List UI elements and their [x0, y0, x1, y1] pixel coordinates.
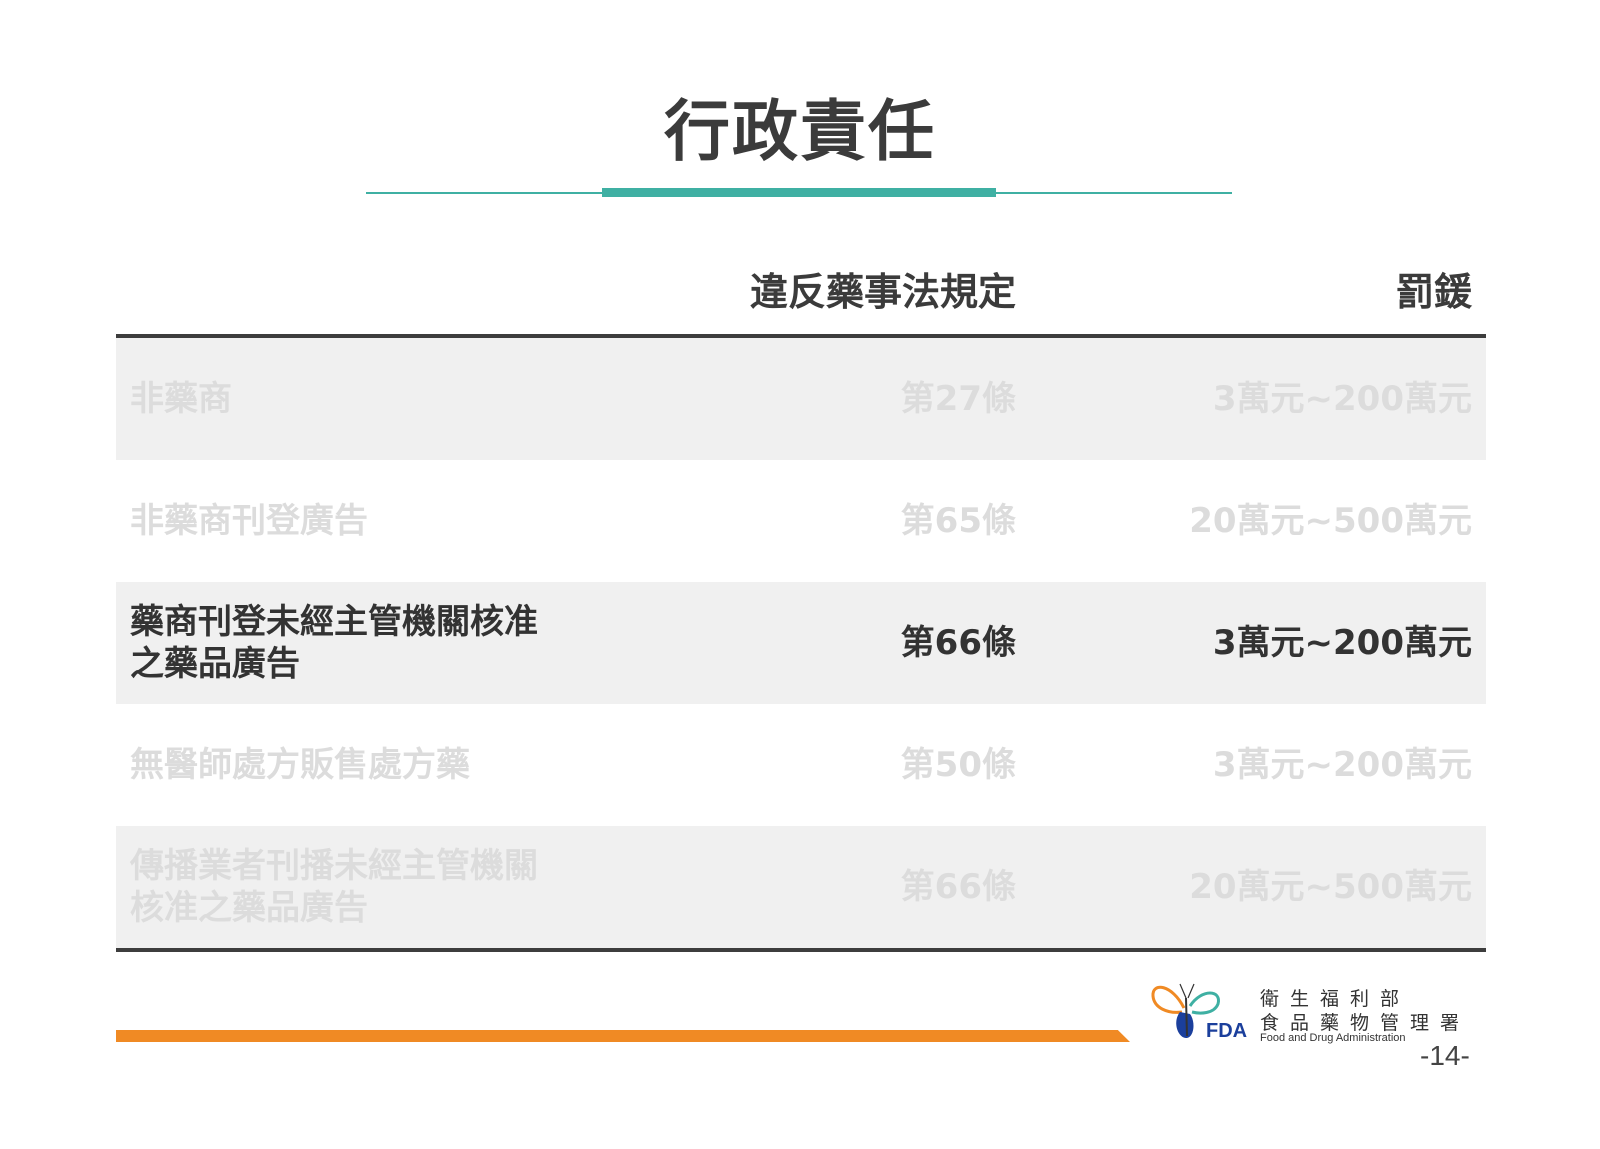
footer-orange-bar — [116, 1030, 1130, 1042]
title-underline-thick — [602, 188, 996, 197]
table-row: 無醫師處方販售處方藥 第50條 3萬元~200萬元 — [116, 704, 1486, 826]
regulation-table: 違反藥事法規定 罰鍰 非藥商 第27條 3萬元~200萬元 非藥商刊登廣告 第6… — [116, 258, 1486, 952]
row-fine: 3萬元~200萬元 — [1212, 745, 1472, 785]
row-law: 第65條 — [900, 501, 1016, 541]
row-law: 第66條 — [900, 867, 1016, 907]
row-desc: 非藥商刊登廣告 — [130, 501, 368, 541]
table-row: 非藥商刊登廣告 第65條 20萬元~500萬元 — [116, 460, 1486, 582]
row-law: 第50條 — [900, 745, 1016, 785]
row-fine: 20萬元~500萬元 — [1189, 867, 1472, 907]
table-row-highlighted: 藥商刊登未經主管機關核准之藥品廣告 第66條 3萬元~200萬元 — [116, 582, 1486, 704]
table-row: 傳播業者刊播未經主管機關核准之藥品廣告 第66條 20萬元~500萬元 — [116, 826, 1486, 948]
table-header: 違反藥事法規定 罰鍰 — [116, 258, 1486, 338]
header-fine: 罰鍰 — [1395, 270, 1472, 314]
row-desc: 非藥商 — [130, 379, 232, 419]
page-title: 行政責任 — [664, 93, 936, 170]
org-name-line2: 食品藥物管理署 — [1260, 1012, 1471, 1034]
org-name-line1: 衛生福利部 — [1260, 988, 1411, 1010]
row-desc: 藥商刊登未經主管機關核准之藥品廣告 — [130, 602, 538, 684]
row-law: 第27條 — [900, 379, 1016, 419]
fda-logo: FDA 衛生福利部 食品藥物管理署 Food and Drug Administ… — [1150, 978, 1459, 1046]
header-law: 違反藥事法規定 — [749, 270, 1016, 314]
table-body: 非藥商 第27條 3萬元~200萬元 非藥商刊登廣告 第65條 20萬元~500… — [116, 338, 1486, 952]
row-fine: 3萬元~200萬元 — [1212, 379, 1472, 419]
org-name-english: Food and Drug Administration — [1260, 1032, 1406, 1044]
page-number: -14- — [1420, 1040, 1470, 1071]
row-fine: 3萬元~200萬元 — [1212, 623, 1472, 663]
row-desc: 傳播業者刊播未經主管機關核准之藥品廣告 — [130, 846, 538, 928]
fda-mark: FDA — [1206, 1020, 1248, 1042]
row-desc: 無醫師處方販售處方藥 — [130, 745, 470, 785]
row-law: 第66條 — [900, 623, 1016, 663]
row-fine: 20萬元~500萬元 — [1189, 501, 1472, 541]
table-row: 非藥商 第27條 3萬元~200萬元 — [116, 338, 1486, 460]
